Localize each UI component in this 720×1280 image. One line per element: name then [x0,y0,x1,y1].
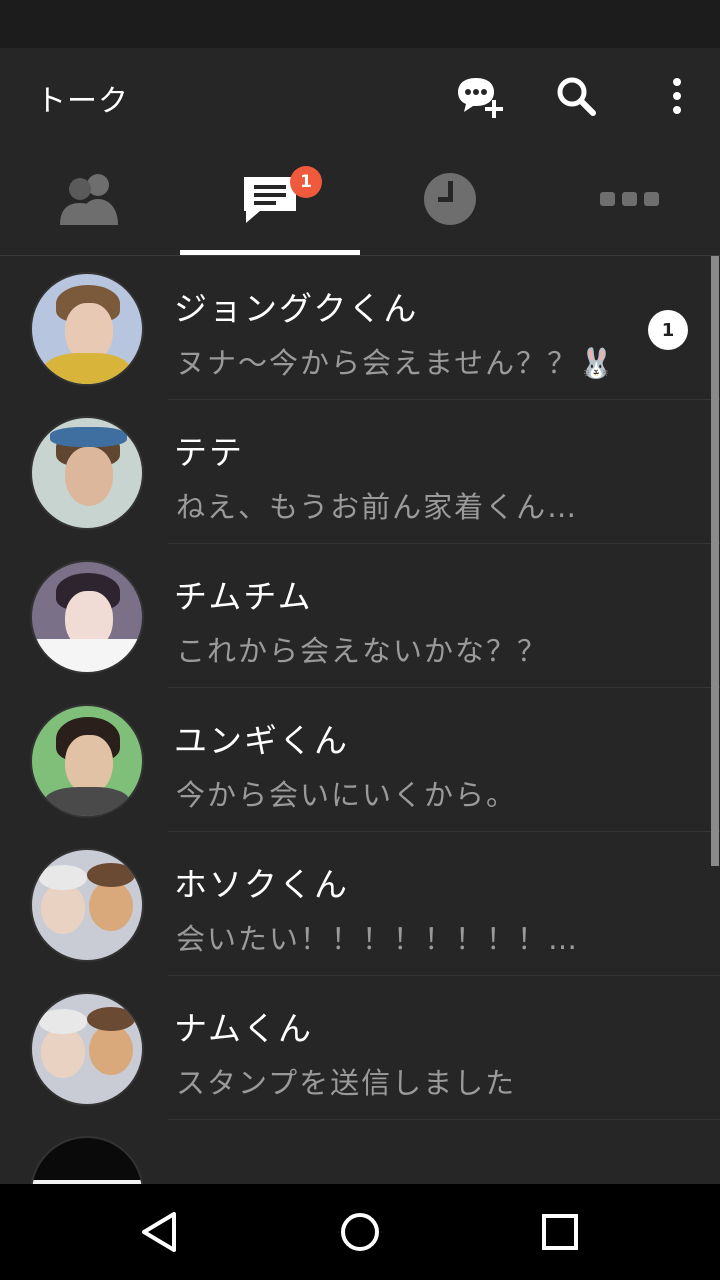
tab-chats[interactable] [180,142,360,256]
more-menu-button[interactable] [651,70,703,122]
chat-last-message: 今から会いにいくから。 [176,778,518,812]
chat-last-message: スタンプを送信しました [176,1066,517,1100]
avatar [30,848,144,962]
tab-more[interactable] [540,142,720,256]
status-bar [0,0,720,48]
chat-name: ユンギくん [174,721,349,760]
chat-name: チムチム [174,577,313,616]
back-icon [142,1212,176,1252]
tab-timeline[interactable] [360,142,540,256]
timeline-clock-icon [424,173,476,225]
back-button[interactable] [130,1202,190,1262]
app-bar: トーク [0,48,720,142]
more-vert-icon [673,78,681,114]
search-button[interactable] [550,70,602,122]
list-item[interactable]: ホソクくん 会いたい！！！！！！！！… [0,832,720,976]
chat-last-message: ねえ、もうお前ん家着くん… [176,490,579,524]
list-item[interactable]: ナムくん スタンプを送信しました [0,976,720,1120]
avatar [30,1136,144,1184]
chat-last-message: ヌナ〜今から会えません？？🐰 [176,346,617,380]
search-icon [557,77,596,116]
list-item[interactable]: ユンギくん 今から会いにいくから。 [0,688,720,832]
chat-list[interactable]: ジョングクくん ヌナ〜今から会えません？？🐰 1 テテ ねえ、もうお前ん家着くん… [0,256,720,1184]
page-title: トーク [36,84,129,119]
friends-icon [60,174,118,225]
chat-name: ホソクくん [174,865,349,904]
avatar [30,416,144,530]
list-item[interactable]: テテ ねえ、もうお前ん家着くん… [0,400,720,544]
recents-button[interactable] [530,1202,590,1262]
avatar [30,704,144,818]
scrollbar[interactable] [711,256,719,866]
list-item[interactable]: チムチム これから会えないかな？？ [0,544,720,688]
tab-bar [0,142,720,256]
system-nav-bar [0,1184,720,1280]
home-icon [341,1213,379,1251]
chat-name: ナムくん [174,1009,314,1048]
chat-name: テテ [174,433,244,472]
selected-tab-indicator [180,250,360,255]
unread-count-badge: 1 [648,310,688,350]
avatar [30,560,144,674]
more-dots-icon [600,192,659,206]
chat-name: ジョングクくん [174,289,419,328]
chat-last-message: 会いたい！！！！！！！！… [176,922,580,956]
new-chat-icon [458,78,503,118]
list-item[interactable] [0,1120,720,1184]
chats-unread-badge: 1 [290,166,322,198]
new-chat-button[interactable] [454,70,506,122]
chat-last-message: これから会えないかな？？ [176,634,549,668]
avatar [30,272,144,386]
list-item[interactable]: ジョングクくん ヌナ〜今から会えません？？🐰 1 [0,256,720,400]
recents-icon [542,1214,578,1250]
home-button[interactable] [330,1202,390,1262]
avatar [30,992,144,1106]
tab-friends[interactable] [0,142,180,256]
